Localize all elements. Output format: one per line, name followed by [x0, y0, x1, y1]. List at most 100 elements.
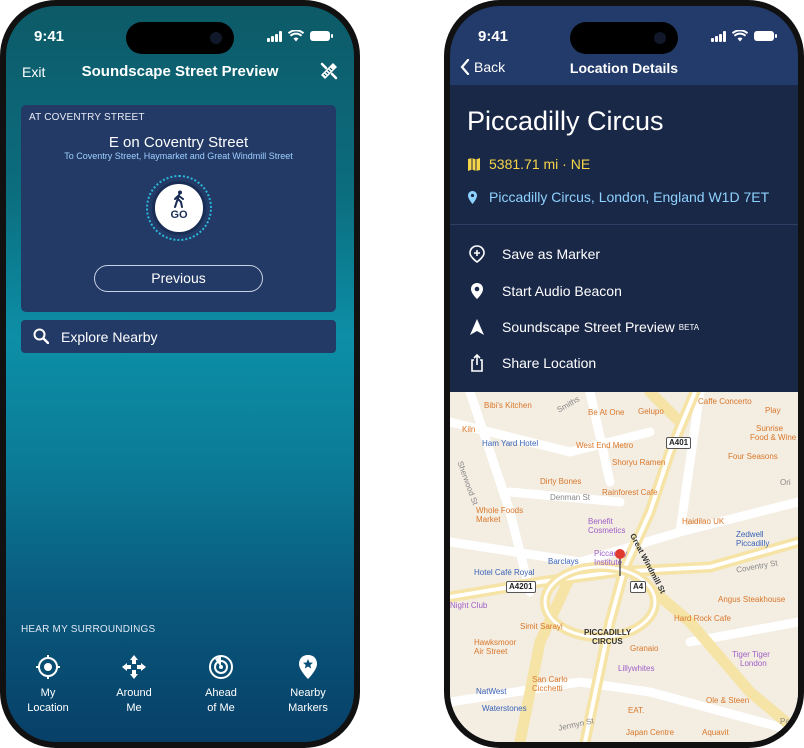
road-shield: A401 [666, 437, 692, 449]
map-poi-label[interactable]: Sunrise [756, 424, 783, 433]
four-arrows-icon [122, 655, 146, 679]
wifi-icon [732, 30, 748, 42]
cellular-signal-icon [711, 30, 726, 42]
map-poi-label[interactable]: Cosmetics [588, 526, 625, 535]
map-poi-label[interactable]: Tiger Tiger [732, 650, 770, 659]
map-poi-label[interactable]: Simit Sarayi [520, 622, 563, 631]
go-label: GO [170, 209, 188, 221]
street-preview-button[interactable]: Soundscape Street Preview BETA [468, 318, 699, 336]
screen: 9:41 Exit Soundscape Street Preview AT C… [6, 6, 354, 742]
wrench-ruler-icon[interactable] [318, 60, 340, 82]
previous-button[interactable]: Previous [94, 265, 263, 292]
camera-icon [654, 32, 666, 44]
heading-text: E on Coventry Street [108, 134, 249, 151]
start-audio-beacon-button[interactable]: Start Audio Beacon [468, 282, 622, 300]
place-name: Piccadilly Circus [467, 106, 664, 136]
map-poi-label[interactable]: EAT. [628, 706, 644, 715]
map-poi-label[interactable]: Hawksmoor [474, 638, 516, 647]
map-poi-label[interactable]: Whole Foods [476, 506, 523, 515]
tab-label-line1: My [40, 687, 56, 699]
explore-nearby-button[interactable]: Explore Nearby [21, 320, 336, 353]
map-poi-label[interactable]: Food & Wine [750, 433, 796, 442]
map-poi-label[interactable]: Lillywhites [618, 664, 654, 673]
map-poi-label[interactable]: Aquavit [702, 728, 729, 737]
street-header: AT COVENTRY STREET [29, 112, 145, 123]
save-as-marker-button[interactable]: Save as Marker [468, 245, 600, 263]
action-label: Start Audio Beacon [502, 283, 622, 299]
tab-label-line1: Around [116, 687, 152, 699]
tab-label-line2: Me [126, 702, 142, 714]
tab-label-line1: Ahead [205, 687, 237, 699]
map-poi-label[interactable]: Air Street [474, 647, 507, 656]
selected-location-pin-icon[interactable] [614, 548, 626, 576]
navigation-bar: Back Location Details [450, 50, 798, 85]
map-poi-label[interactable]: London [740, 659, 767, 668]
action-label: Save as Marker [502, 246, 601, 262]
divider [450, 224, 798, 225]
map-poi-label[interactable]: Ole & Steen [706, 696, 749, 705]
road-shield: A4 [630, 581, 647, 593]
map-poi-label[interactable]: Be At One [588, 408, 624, 417]
page-title: Location Details [569, 60, 679, 76]
map-poi-label[interactable]: Angus Steakhouse [718, 595, 785, 604]
map-poi-label[interactable]: West End Metro [576, 441, 633, 450]
distance-text: 5381.71 mi · NE [489, 156, 591, 172]
ahead-of-me-button[interactable]: Ahead of Me [181, 654, 261, 716]
star-pin-icon [299, 655, 317, 679]
my-location-button[interactable]: My Location [8, 654, 88, 716]
phone-street-preview: 9:41 Exit Soundscape Street Preview AT C… [0, 0, 360, 748]
share-location-button[interactable]: Share Location [468, 354, 596, 372]
map-poi-label[interactable]: Barclays [548, 557, 579, 566]
map-street-label: Ori [780, 478, 791, 487]
map-poi-label[interactable]: San Carlo [532, 675, 568, 684]
pin-icon [471, 283, 483, 299]
map-poi-label[interactable]: Four Seasons [728, 452, 778, 461]
add-marker-icon [469, 245, 485, 263]
tab-label-line1: Nearby [290, 687, 326, 699]
map-center-label: CIRCUS [592, 637, 623, 646]
radar-icon [209, 655, 233, 679]
map-poi-label[interactable]: Dirty Bones [540, 477, 581, 486]
cellular-signal-icon [267, 30, 282, 42]
map-poi-label[interactable]: Market [476, 515, 500, 524]
map-poi-label[interactable]: Rainforest Cafe [602, 488, 658, 497]
map-poi-label[interactable]: Caffe Concerto [698, 397, 752, 406]
map-poi-label[interactable]: Hard Rock Cafe [674, 614, 731, 623]
page-title: Soundscape Street Preview [81, 63, 279, 80]
crosshair-icon [36, 655, 60, 679]
callout-toolbar: My Location Around Me Ahead of Me Nearby… [6, 654, 354, 724]
intersection-card: AT COVENTRY STREET E on Coventry Street … [21, 105, 336, 312]
location-pin-icon [468, 190, 477, 204]
dynamic-island [126, 22, 234, 54]
map-poi-label[interactable]: Ham Yard Hotel [482, 439, 538, 448]
map-poi-label[interactable]: Benefit [588, 517, 613, 526]
map-poi-label[interactable]: Haidilao UK [682, 517, 724, 526]
screen: Back Location Details 9:41 Piccadilly Ci… [450, 6, 798, 742]
map-poi-label[interactable]: Japan Centre [626, 728, 674, 737]
map-poi-label[interactable]: Granaio [630, 644, 658, 653]
map-poi-label[interactable]: Play [765, 406, 781, 415]
map-poi-label[interactable]: Hotel Café Royal [474, 568, 534, 577]
dynamic-island [570, 22, 678, 54]
action-label: Share Location [502, 355, 597, 371]
map-poi-label[interactable]: Shoryu Ramen [612, 458, 665, 467]
map-poi-label[interactable]: Kiln [462, 425, 475, 434]
navigation-bar: Exit Soundscape Street Preview [6, 56, 354, 88]
map-poi-label[interactable]: Zedwell [736, 530, 764, 539]
map-poi-label[interactable]: Gelupo [638, 407, 664, 416]
section-header-hear: HEAR MY SURROUNDINGS [21, 624, 156, 635]
action-label: Soundscape Street Preview [502, 319, 675, 335]
map-poi-label[interactable]: Cicchetti [532, 684, 563, 693]
status-time: 9:41 [34, 28, 65, 45]
nearby-markers-button[interactable]: Nearby Markers [268, 654, 348, 716]
map-poi-label[interactable]: Piccadilly [736, 539, 769, 548]
map-poi-label[interactable]: Night Club [450, 601, 487, 610]
map-poi-label[interactable]: Bibi's Kitchen [484, 401, 532, 410]
status-time: 9:41 [478, 28, 509, 45]
explore-nearby-label: Explore Nearby [61, 329, 158, 345]
map-view[interactable]: Bibi's Kitchen Be At One Gelupo Caffe Co… [450, 392, 798, 742]
go-button[interactable]: GO [152, 181, 206, 235]
around-me-button[interactable]: Around Me [94, 654, 174, 716]
map-poi-label[interactable]: NatWest [476, 687, 507, 696]
map-poi-label[interactable]: Waterstones [482, 704, 527, 713]
